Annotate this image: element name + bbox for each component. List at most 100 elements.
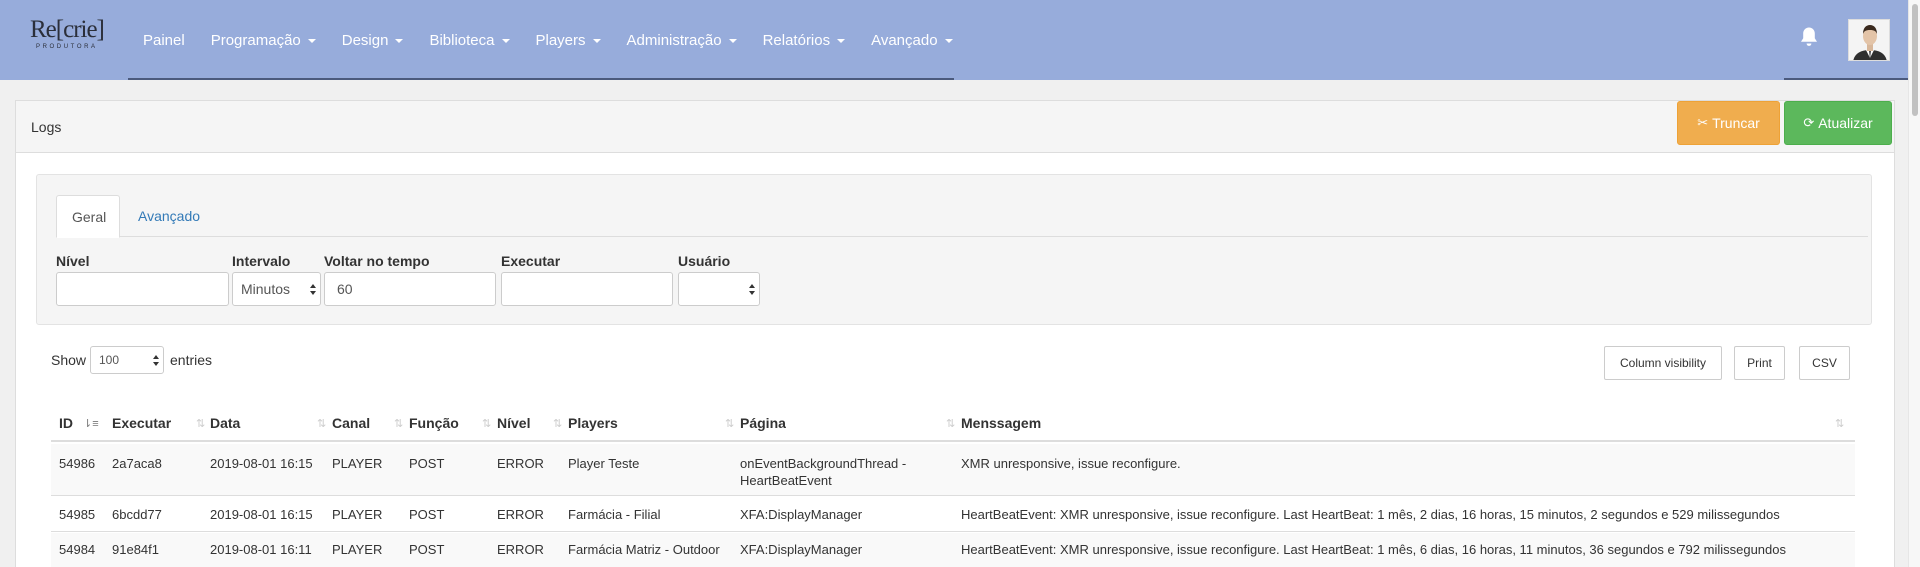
nav-label: Relatórios <box>762 31 831 49</box>
nav-item-avancado[interactable]: Avançado <box>858 32 965 49</box>
select-arrows-icon <box>153 355 159 367</box>
nav-item-painel[interactable]: Painel <box>130 32 198 49</box>
logo-text: Re[crie] <box>30 16 105 43</box>
nav-label: Biblioteca <box>429 31 495 49</box>
nav-divider <box>128 78 954 80</box>
nav-item-players[interactable]: Players <box>523 32 614 49</box>
cell-id: 54986 <box>59 456 96 471</box>
sort-icon[interactable]: ⇅ <box>1835 417 1847 431</box>
cell-canal: PLAYER <box>332 507 383 522</box>
column-header-pagina[interactable]: Página <box>740 404 786 442</box>
sort-icon[interactable]: ⇅ <box>946 417 958 431</box>
column-header-nivel[interactable]: Nível <box>497 404 530 442</box>
column-visibility-button[interactable]: Column visibility <box>1604 346 1722 380</box>
bell-icon[interactable] <box>1799 26 1819 48</box>
cell-mensagem: XMR unresponsive, issue reconfigure. <box>961 456 1181 471</box>
nav-item-design[interactable]: Design <box>329 32 417 49</box>
caret-down-icon <box>592 39 601 43</box>
scissors-icon: ✂ <box>1697 115 1709 130</box>
logo-subtext: PRODUTORA <box>36 44 98 50</box>
tab-avancado[interactable]: Avançado <box>123 195 215 238</box>
sort-icon[interactable]: ⇅ <box>482 417 494 431</box>
column-header-executar[interactable]: Executar <box>112 404 171 442</box>
refresh-label: Atualizar <box>1818 115 1873 131</box>
table-row[interactable]: 54985 6bcdd77 2019-08-01 16:15 PLAYER PO… <box>51 497 1855 532</box>
intervalo-label: Intervalo <box>232 253 291 269</box>
intervalo-selected: Minutos <box>241 281 291 297</box>
column-header-mensagem[interactable]: Menssagem <box>961 404 1041 442</box>
sort-icon[interactable]: ⇅ <box>725 417 737 431</box>
table-row[interactable]: 54984 91e84f1 2019-08-01 16:11 PLAYER PO… <box>51 533 1855 567</box>
user-avatar[interactable] <box>1848 19 1890 61</box>
nav-item-biblioteca[interactable]: Biblioteca <box>416 32 522 49</box>
cell-mensagem: HeartBeatEvent: XMR unresponsive, issue … <box>961 542 1786 557</box>
caret-down-icon <box>307 39 316 43</box>
cell-nivel: ERROR <box>497 456 544 471</box>
column-header-canal[interactable]: Canal <box>332 404 370 442</box>
caret-down-icon <box>395 39 404 43</box>
truncate-label: Truncar <box>1712 115 1760 131</box>
cell-canal: PLAYER <box>332 542 383 557</box>
top-navbar: Re[crie] PRODUTORA Painel Programação De… <box>0 0 1908 80</box>
column-header-funcao[interactable]: Função <box>409 404 459 442</box>
cell-funcao: POST <box>409 507 445 522</box>
nav-label: Programação <box>210 31 301 49</box>
nav-label: Design <box>341 31 389 49</box>
caret-down-icon <box>944 39 953 43</box>
executar-label: Executar <box>501 253 561 269</box>
cell-funcao: POST <box>409 456 445 471</box>
nav-item-relatorios[interactable]: Relatórios <box>750 32 859 49</box>
sort-icon[interactable]: ⇅ <box>394 417 406 431</box>
executar-input[interactable] <box>501 272 673 306</box>
table-row[interactable]: 54986 2a7aca8 2019-08-01 16:15 PLAYER PO… <box>51 444 1855 496</box>
usuario-label: Usuário <box>678 253 731 269</box>
csv-button[interactable]: CSV <box>1799 346 1850 380</box>
sort-desc-icon[interactable]: ⇂≡ <box>83 417 99 431</box>
truncate-button[interactable]: ✂ Truncar <box>1677 101 1780 145</box>
entries-selected: 100 <box>99 353 120 367</box>
filter-panel: Geral Avançado Nível Intervalo Minutos V… <box>36 174 1872 325</box>
brand-logo[interactable]: Re[crie] PRODUTORA <box>30 16 114 56</box>
cell-pagina: XFA:DisplayManager <box>740 507 863 522</box>
nivel-label: Nível <box>56 253 90 269</box>
cell-funcao: POST <box>409 542 445 557</box>
table-header: ID ⇂≡ Executar ⇅ Data ⇅ Canal ⇅ Função ⇅… <box>51 404 1855 442</box>
cell-nivel: ERROR <box>497 507 544 522</box>
voltar-label: Voltar no tempo <box>324 253 430 269</box>
column-header-data[interactable]: Data <box>210 404 240 442</box>
nav-item-administracao[interactable]: Administração <box>614 32 750 49</box>
cell-players: Farmácia - Filial <box>568 507 661 522</box>
select-arrows-icon <box>749 284 755 296</box>
print-button[interactable]: Print <box>1734 346 1785 380</box>
entries-select[interactable]: 100 <box>90 346 164 374</box>
voltar-input[interactable]: 60 <box>324 272 496 306</box>
refresh-button[interactable]: ⟳ Atualizar <box>1784 101 1892 145</box>
column-header-players[interactable]: Players <box>568 404 618 442</box>
panel-heading: Logs ✂ Truncar ⟳ Atualizar <box>16 101 1894 153</box>
cell-executar: 6bcdd77 <box>112 507 162 522</box>
nivel-input[interactable] <box>56 272 229 306</box>
cell-canal: PLAYER <box>332 456 383 471</box>
select-arrows-icon <box>310 284 316 296</box>
tab-geral[interactable]: Geral <box>56 195 120 238</box>
sort-icon[interactable]: ⇅ <box>553 417 565 431</box>
caret-down-icon <box>728 39 737 43</box>
refresh-icon: ⟳ <box>1803 115 1815 130</box>
scrollbar-thumb[interactable] <box>1912 4 1918 116</box>
nav-divider <box>1784 78 1908 80</box>
page-title: Logs <box>31 119 62 135</box>
nav-item-programacao[interactable]: Programação <box>198 32 329 49</box>
logs-panel: Logs ✂ Truncar ⟳ Atualizar Geral Avançad… <box>15 100 1895 567</box>
page-scrollbar[interactable] <box>1908 0 1920 567</box>
column-header-id[interactable]: ID <box>59 404 73 442</box>
filter-tabs: Geral Avançado <box>56 195 1868 238</box>
sort-icon[interactable]: ⇅ <box>317 417 329 431</box>
nav-label: Players <box>535 31 586 49</box>
cell-id: 54984 <box>59 542 96 557</box>
cell-mensagem: HeartBeatEvent: XMR unresponsive, issue … <box>961 507 1780 522</box>
sort-icon[interactable]: ⇅ <box>196 417 208 431</box>
usuario-select[interactable] <box>678 272 760 306</box>
entries-label: entries <box>170 352 213 368</box>
cell-pagina: XFA:DisplayManager <box>740 542 863 557</box>
intervalo-select[interactable]: Minutos <box>232 272 321 306</box>
